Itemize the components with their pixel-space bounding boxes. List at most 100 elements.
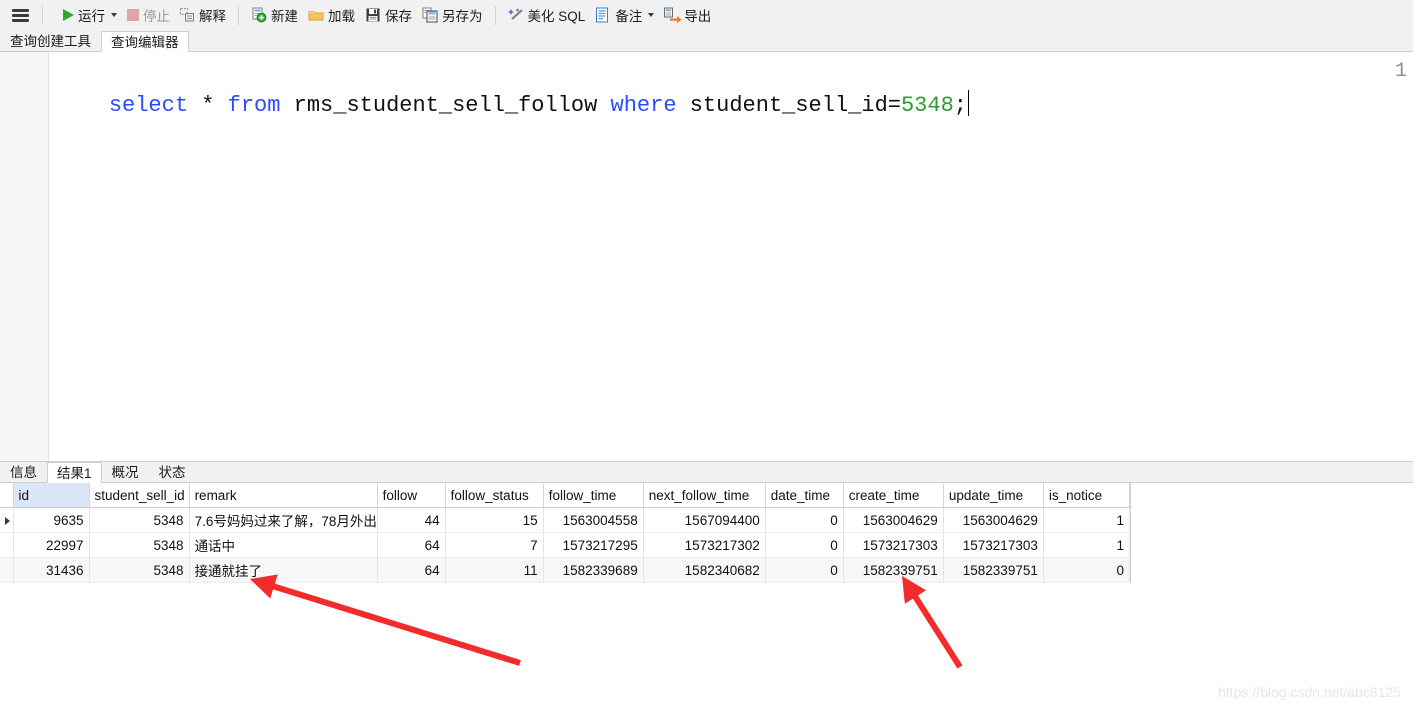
play-icon (63, 9, 74, 21)
table-row[interactable]: 22997 5348 通话中 64 7 1573217295 1573217302 0 1573… (0, 532, 1131, 558)
sql-number-literal: 5348 (900, 93, 954, 118)
cell-id[interactable]: 22997 (13, 532, 90, 558)
editor-tab-strip: 查询创建工具 查询编辑器 (0, 30, 1413, 52)
column-header-is_notice[interactable]: is_notice (1043, 483, 1131, 508)
row-indicator[interactable] (0, 507, 14, 533)
cell-next_follow_time[interactable]: 1582340682 (643, 557, 766, 583)
table-row[interactable]: 31436 5348 接通就挂了 64 11 1582339689 1582340682 0 1… (0, 557, 1131, 583)
main-toolbar: 运行 停止 解释 新建 加载 保存 另存为 美化 SQL 备注 导出 (0, 0, 1413, 30)
save-disk-icon (365, 7, 381, 23)
cell-follow_status[interactable]: 15 (445, 507, 544, 533)
cell-follow[interactable]: 44 (377, 507, 446, 533)
stop-button[interactable]: 停止 (122, 3, 175, 27)
cell-create_time[interactable]: 1573217303 (843, 532, 944, 558)
new-button-label: 新建 (271, 9, 298, 24)
cell-create_time[interactable]: 1582339751 (843, 557, 944, 583)
column-header-follow[interactable]: follow (377, 483, 446, 508)
cell-date_time[interactable]: 0 (765, 507, 844, 533)
editor-gutter (0, 52, 49, 461)
save-as-button[interactable]: 另存为 (417, 3, 488, 27)
cell-student_sell_id[interactable]: 5348 (89, 557, 190, 583)
cell-follow_time[interactable]: 1582339689 (543, 557, 644, 583)
document-icon (595, 7, 611, 23)
cell-next_follow_time[interactable]: 1573217302 (643, 532, 766, 558)
load-button[interactable]: 加载 (303, 3, 360, 27)
result-grid: id student_sell_id remark follow follow_stat… (0, 483, 1131, 583)
sql-editor-area[interactable]: 1 select * from rms_student_sell_follow … (0, 52, 1413, 461)
comment-button-label: 备注 (615, 9, 643, 24)
text-cursor (967, 90, 969, 116)
result-grid-container[interactable]: id student_sell_id remark follow follow_stat… (0, 483, 1131, 583)
cell-follow[interactable]: 64 (377, 532, 446, 558)
tab-query-editor[interactable]: 查询编辑器 (101, 31, 189, 52)
save-button[interactable]: 保存 (360, 3, 417, 27)
sql-condition-column: student_sell_id= (676, 93, 901, 118)
save-as-button-label: 另存为 (442, 9, 483, 24)
cell-follow_status[interactable]: 7 (445, 532, 544, 558)
hamburger-menu-icon[interactable] (12, 8, 29, 22)
cell-follow[interactable]: 64 (377, 557, 446, 583)
cell-update_time[interactable]: 1582339751 (943, 557, 1044, 583)
cell-next_follow_time[interactable]: 1567094400 (643, 507, 766, 533)
cell-follow_time[interactable]: 1573217295 (543, 532, 644, 558)
cell-update_time[interactable]: 1573217303 (943, 532, 1044, 558)
cell-is_notice[interactable]: 1 (1043, 532, 1131, 558)
cell-update_time[interactable]: 1563004629 (943, 507, 1044, 533)
sql-table-name: rms_student_sell_follow (280, 93, 611, 118)
sql-code-line[interactable]: select * from rms_student_sell_follow wh… (56, 60, 969, 151)
tab-query-builder[interactable]: 查询创建工具 (0, 30, 101, 51)
save-button-label: 保存 (385, 9, 412, 24)
column-header-update_time[interactable]: update_time (943, 483, 1044, 508)
cell-id[interactable]: 9635 (13, 507, 90, 533)
cell-create_time[interactable]: 1563004629 (843, 507, 944, 533)
result-tab-strip: 信息 结果1 概况 状态 (0, 461, 1413, 483)
tab-profile[interactable]: 概况 (102, 461, 149, 482)
row-header-corner (0, 483, 14, 508)
cell-remark[interactable]: 接通就挂了 (189, 557, 378, 583)
column-header-next_follow_time[interactable]: next_follow_time (643, 483, 766, 508)
cell-follow_status[interactable]: 11 (445, 557, 544, 583)
sql-keyword-select: select (108, 93, 189, 118)
explain-icon (180, 8, 195, 22)
column-header-student_sell_id[interactable]: student_sell_id (89, 483, 190, 508)
column-header-remark[interactable]: remark (189, 483, 378, 508)
explain-button-label: 解释 (199, 9, 226, 24)
cell-id[interactable]: 31436 (13, 557, 90, 583)
tab-info[interactable]: 信息 (0, 461, 47, 482)
column-header-follow_time[interactable]: follow_time (543, 483, 644, 508)
run-button[interactable]: 运行 (58, 3, 122, 27)
cell-is_notice[interactable]: 1 (1043, 507, 1131, 533)
row-indicator[interactable] (0, 532, 14, 558)
cell-is_notice[interactable]: 0 (1043, 557, 1131, 583)
new-button[interactable]: 新建 (246, 3, 303, 27)
results-panel: 信息 结果1 概况 状态 id student_sell_id remark foll… (0, 461, 1413, 706)
watermark-text: https://blog.csdn.net/abc8125 (1218, 684, 1401, 700)
toolbar-separator (42, 5, 43, 25)
sql-keyword-from: from (227, 93, 281, 118)
cell-student_sell_id[interactable]: 5348 (89, 532, 190, 558)
column-header-create_time[interactable]: create_time (843, 483, 944, 508)
explain-button[interactable]: 解释 (175, 3, 231, 27)
tab-status[interactable]: 状态 (149, 461, 196, 482)
row-indicator[interactable] (0, 557, 14, 583)
cell-student_sell_id[interactable]: 5348 (89, 507, 190, 533)
cell-remark[interactable]: 通话中 (189, 532, 378, 558)
tab-result-1[interactable]: 结果1 (47, 462, 102, 483)
cell-remark[interactable]: 7.6号妈妈过来了解，78月外出旅游 (189, 507, 378, 533)
run-dropdown-caret-icon[interactable] (111, 13, 117, 17)
column-header-id[interactable]: id (13, 483, 90, 508)
current-row-arrow-icon (5, 516, 10, 525)
cell-follow_time[interactable]: 1563004558 (543, 507, 644, 533)
column-header-date_time[interactable]: date_time (765, 483, 844, 508)
stop-button-label: 停止 (143, 9, 170, 24)
sql-keyword-where: where (610, 93, 677, 118)
cell-date_time[interactable]: 0 (765, 532, 844, 558)
cell-date_time[interactable]: 0 (765, 557, 844, 583)
comment-dropdown-caret-icon[interactable] (648, 13, 655, 17)
beautify-sql-button[interactable]: 美化 SQL (503, 3, 591, 27)
table-row[interactable]: 963553487.6号妈妈过来了解，78月外出旅游44151563004558… (0, 507, 1131, 533)
beautify-sql-button-label: 美化 SQL (527, 9, 586, 24)
comment-button[interactable]: 备注 (590, 3, 659, 27)
column-header-follow_status[interactable]: follow_status (445, 483, 544, 508)
export-button[interactable]: 导出 (659, 3, 716, 27)
